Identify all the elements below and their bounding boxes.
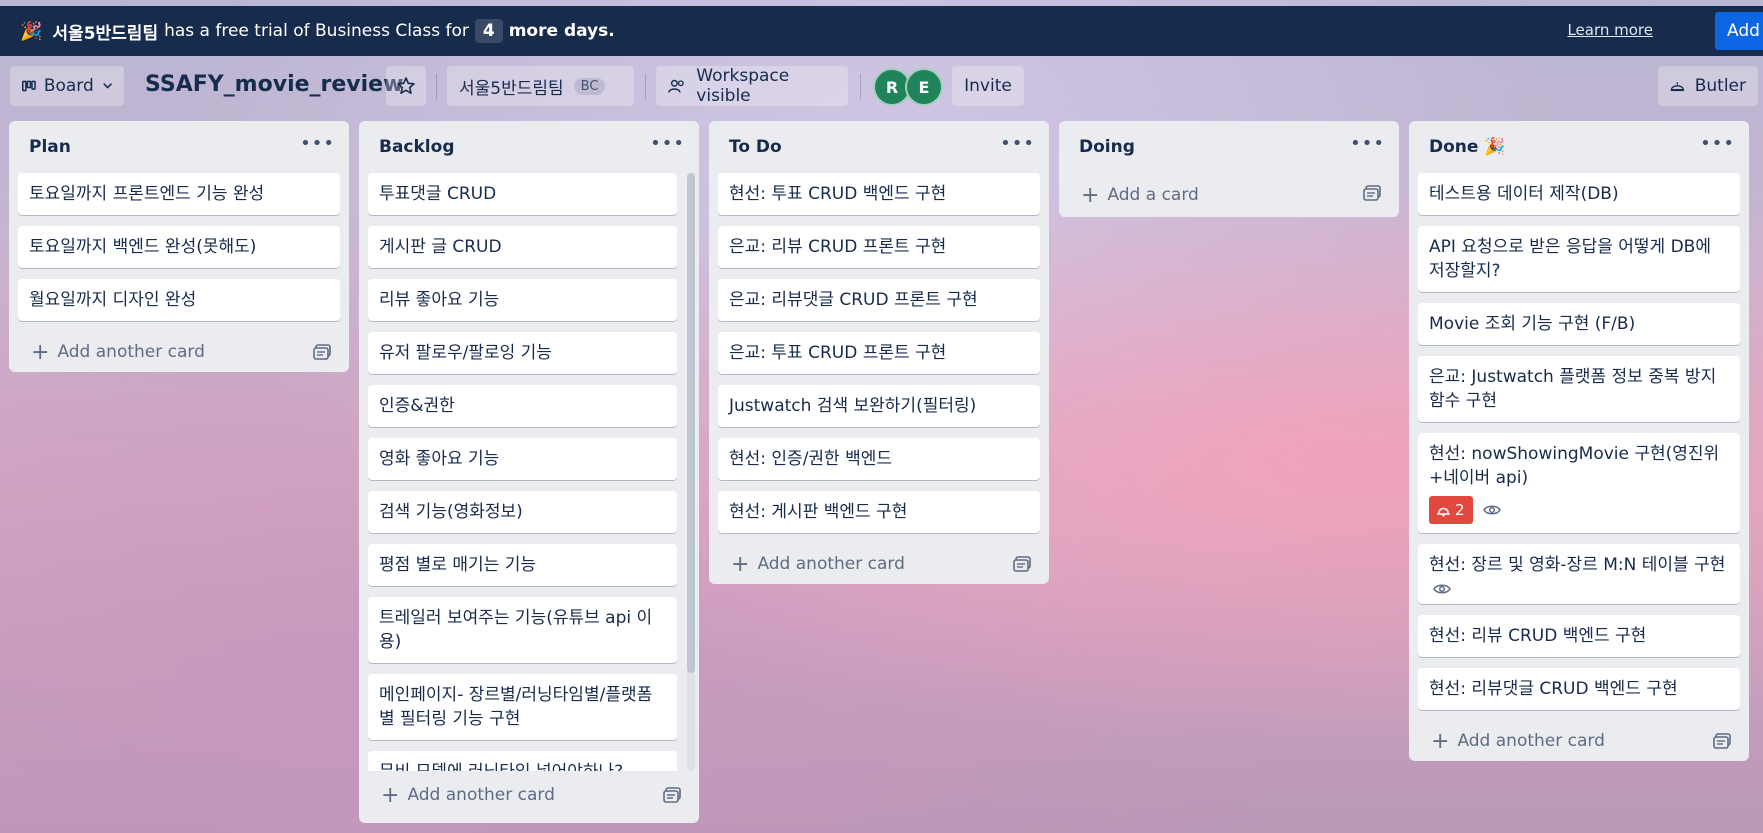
card-template-icon[interactable] [313, 344, 331, 360]
card-template-icon[interactable] [1363, 185, 1381, 201]
add-billing-button[interactable]: Add [1715, 12, 1763, 50]
banner-text-before: has a free trial of Business Class for [164, 21, 469, 41]
visibility-label: Workspace visible [696, 66, 790, 106]
card[interactable]: 검색 기능(영화정보) [368, 491, 677, 533]
workspace-plan-badge: BC [573, 77, 606, 95]
plus-icon: + [381, 782, 400, 808]
card[interactable]: API 요청으로 받은 응답을 어떻게 DB에 저장할지? [1418, 226, 1740, 292]
board-view-label: Board [43, 76, 94, 96]
card-template-icon[interactable] [1713, 733, 1731, 749]
board-header: Board SSAFY_movie_review 서울5반드림팀 BC Work… [0, 62, 1763, 110]
scrollbar-thumb[interactable] [687, 173, 695, 673]
list-title[interactable]: Done 🎉 [1429, 137, 1506, 157]
card[interactable]: 영화 좋아요 기능 [368, 438, 677, 480]
card[interactable]: 월요일까지 디자인 완성 [18, 279, 340, 321]
party-popper-icon: 🎉 [20, 20, 43, 42]
plus-icon: + [1431, 728, 1450, 754]
notification-badge[interactable]: 2 [1429, 496, 1473, 524]
card[interactable]: 토요일까지 백엔드 완성(못해도) [18, 226, 340, 268]
add-card-button[interactable]: + Add another card [359, 775, 699, 815]
card[interactable]: 인증&권한 [368, 385, 677, 427]
more-icon[interactable]: ••• [1350, 133, 1385, 154]
star-board-button[interactable] [386, 66, 426, 106]
banner-text-after: more days. [508, 21, 615, 41]
card[interactable]: 은교: Justwatch 플랫폼 정보 중복 방지 함수 구현 [1418, 356, 1740, 422]
card[interactable]: 토요일까지 프론트엔드 기능 완성 [18, 173, 340, 215]
card[interactable]: 메인페이지- 장르별/러닝타임별/플랫폼별 필터링 기능 구현 [368, 674, 677, 740]
trial-banner: 🎉 서울5반드림팀 has a free trial of Business C… [0, 6, 1763, 56]
card[interactable]: 현선: 리뷰 CRUD 백엔드 구현 [1418, 615, 1740, 657]
add-card-button[interactable]: + Add another card [1409, 721, 1749, 761]
card[interactable]: 유저 팔로우/팔로잉 기능 [368, 332, 677, 374]
card[interactable]: Justwatch 검색 보완하기(필터링) [718, 385, 1040, 427]
list-title[interactable]: Plan [29, 137, 71, 157]
card-badges: 2 [1429, 496, 1729, 524]
watch-eye-icon [1433, 583, 1451, 595]
visibility-button[interactable]: Workspace visible [656, 66, 848, 106]
learn-more-link[interactable]: Learn more [1567, 21, 1653, 39]
board-view-switcher[interactable]: Board [10, 66, 124, 106]
list-title[interactable]: Backlog [379, 137, 455, 157]
card[interactable]: Movie 조회 기능 구현 (F/B) [1418, 303, 1740, 345]
list-title[interactable]: Doing [1079, 137, 1135, 157]
card-template-icon[interactable] [663, 787, 681, 803]
butler-label: Butler [1694, 76, 1746, 96]
card[interactable]: 현선: 리뷰댓글 CRUD 백엔드 구현 [1418, 668, 1740, 710]
card-scroll-area[interactable]: 투표댓글 CRUD 게시판 글 CRUD 리뷰 좋아요 기능 유저 팔로우/팔로… [359, 173, 699, 771]
card[interactable]: 은교: 리뷰댓글 CRUD 프론트 구현 [718, 279, 1040, 321]
card[interactable]: 현선: 장르 및 영화-장르 M:N 테이블 구현 [1418, 544, 1740, 604]
list-backlog: Backlog ••• 투표댓글 CRUD 게시판 글 CRUD 리뷰 좋아요 … [359, 121, 699, 823]
butler-bell-icon [1670, 82, 1684, 92]
people-icon [668, 79, 684, 93]
card[interactable]: 테스트용 데이터 제작(DB) [1418, 173, 1740, 215]
more-icon[interactable]: ••• [300, 133, 335, 154]
header-divider [860, 74, 861, 100]
star-icon [397, 77, 415, 94]
list-doing: Doing ••• + Add a card [1059, 121, 1399, 217]
card[interactable]: 은교: 투표 CRUD 프론트 구현 [718, 332, 1040, 374]
list-done: Done 🎉 ••• 테스트용 데이터 제작(DB) API 요청으로 받은 응… [1409, 121, 1749, 761]
header-divider [645, 74, 646, 100]
avatar[interactable]: E [905, 68, 943, 106]
add-card-button[interactable]: + Add another card [9, 332, 349, 372]
list-todo: To Do ••• 현선: 투표 CRUD 백엔드 구현 은교: 리뷰 CRUD… [709, 121, 1049, 584]
bell-icon [1437, 507, 1450, 517]
list-plan: Plan ••• 토요일까지 프론트엔드 기능 완성 토요일까지 백엔드 완성(… [9, 121, 349, 372]
banner-workspace-name: 서울5반드림팀 [52, 23, 159, 44]
card[interactable]: 은교: 리뷰 CRUD 프론트 구현 [718, 226, 1040, 268]
watch-eye-icon [1482, 504, 1501, 516]
card[interactable]: 현선: 게시판 백엔드 구현 [718, 491, 1040, 533]
butler-button[interactable]: Butler [1658, 66, 1758, 106]
more-icon[interactable]: ••• [1700, 133, 1735, 154]
plus-icon: + [731, 551, 750, 577]
board-icon [22, 80, 36, 92]
add-card-button[interactable]: + Add another card [709, 544, 1049, 584]
list-title[interactable]: To Do [729, 137, 782, 157]
card[interactable]: 투표댓글 CRUD [368, 173, 677, 215]
workspace-name: 서울5반드림팀 [459, 78, 564, 99]
card[interactable]: 현선: nowShowingMovie 구현(영진위+네이버 api) 2 [1418, 433, 1740, 533]
more-icon[interactable]: ••• [650, 133, 685, 154]
invite-button[interactable]: Invite [952, 66, 1024, 106]
invite-label: Invite [964, 76, 1012, 96]
card[interactable]: 현선: 인증/권한 백엔드 [718, 438, 1040, 480]
chevron-down-icon [103, 83, 112, 89]
more-icon[interactable]: ••• [1000, 133, 1035, 154]
header-divider [436, 74, 437, 100]
add-card-button[interactable]: + Add a card [1059, 173, 1399, 217]
board-title[interactable]: SSAFY_movie_review [145, 72, 403, 97]
plus-icon: + [31, 339, 50, 365]
card-template-icon[interactable] [1013, 556, 1031, 572]
plus-icon: + [1081, 182, 1100, 208]
card[interactable]: 게시판 글 CRUD [368, 226, 677, 268]
card[interactable]: 무비 모델에 러닝타임 넣어야하나? [368, 751, 677, 771]
workspace-button[interactable]: 서울5반드림팀 BC [447, 66, 634, 106]
card[interactable]: 리뷰 좋아요 기능 [368, 279, 677, 321]
card[interactable]: 트레일러 보여주는 기능(유튜브 api 이용) [368, 597, 677, 663]
trial-days-badge: 4 [474, 19, 503, 43]
card[interactable]: 현선: 투표 CRUD 백엔드 구현 [718, 173, 1040, 215]
card[interactable]: 평점 별로 매기는 기능 [368, 544, 677, 586]
card-badges [1429, 583, 1729, 595]
